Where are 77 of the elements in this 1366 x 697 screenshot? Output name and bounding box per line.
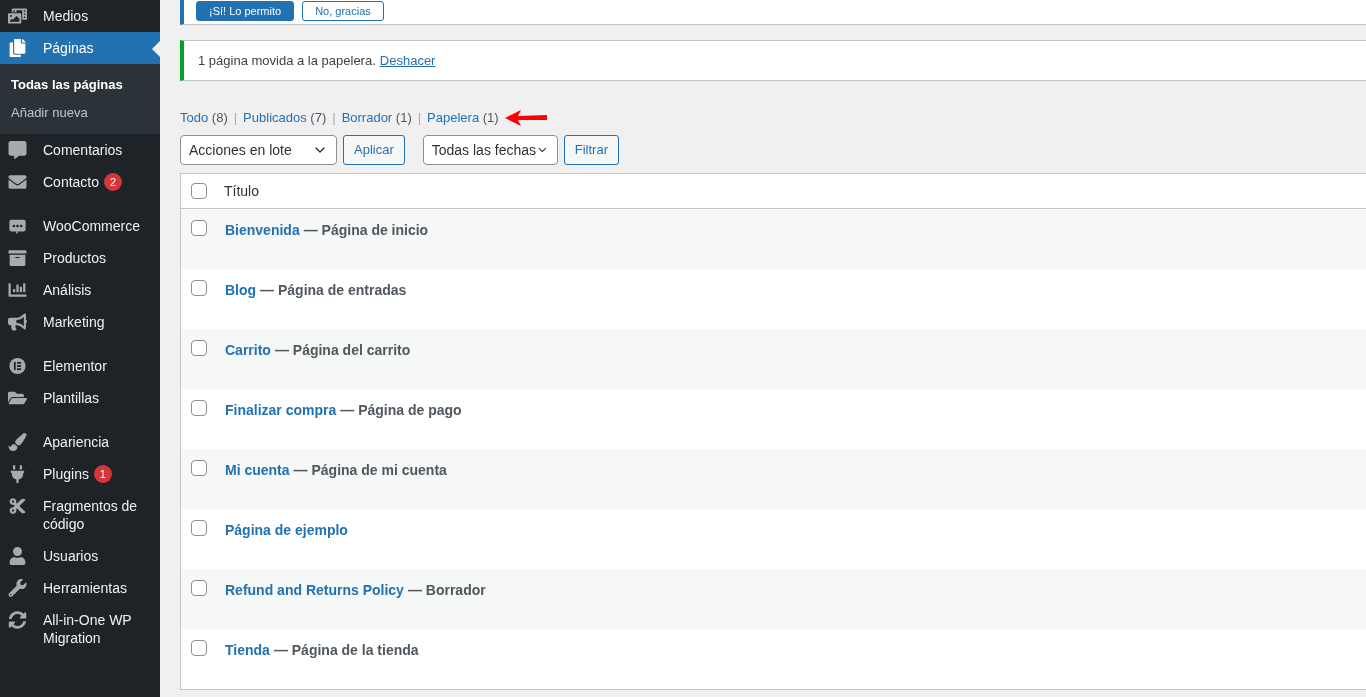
sidebar-item[interactable]: Fragmentos de código	[0, 490, 160, 540]
archive-box-icon	[8, 249, 27, 267]
view-link[interactable]: Borrador (1)	[341, 108, 412, 128]
wrench-icon	[8, 579, 27, 597]
checkbox[interactable]	[191, 400, 207, 416]
pages-icon	[8, 39, 27, 57]
bulk-actions-select[interactable]: Acciones en lote	[180, 135, 337, 165]
page-title-link[interactable]: Mi cuenta	[225, 460, 290, 481]
sidebar-item[interactable]: All-in-One WP Migration	[0, 604, 160, 654]
checkbox[interactable]	[191, 280, 207, 296]
submenu-item[interactable]: Todas las páginas	[0, 71, 160, 99]
sidebar-item[interactable]: Productos	[0, 242, 160, 274]
sidebar-item[interactable]: Plugins 1	[0, 458, 160, 490]
bar-chart-icon	[8, 281, 27, 299]
sidebar-item[interactable]: Elementor	[0, 350, 160, 382]
page-title-link[interactable]: Refund and Returns Policy	[225, 580, 404, 601]
view-link[interactable]: Papelera (1)	[427, 108, 499, 128]
checkbox[interactable]	[191, 220, 207, 236]
submenu-item[interactable]: Añadir nueva	[0, 99, 160, 127]
page-state: — Página del carrito	[274, 341, 411, 360]
checkbox[interactable]	[191, 520, 207, 536]
comment-icon	[8, 141, 27, 159]
checkbox[interactable]	[191, 183, 207, 199]
filter-button[interactable]: Filtrar	[563, 135, 619, 165]
plug-icon	[8, 465, 27, 483]
page-title-link[interactable]: Bienvenida	[225, 220, 300, 241]
sidebar-item[interactable]: WooCommerce	[0, 210, 160, 242]
user-icon	[8, 547, 27, 565]
checkbox[interactable]	[191, 640, 207, 656]
sidebar-item[interactable]: Plantillas	[0, 382, 160, 414]
media-icon	[8, 7, 27, 25]
sidebar-item[interactable]: Contacto 2	[0, 166, 160, 198]
page-title-link[interactable]: Finalizar compra	[225, 400, 337, 421]
sidebar-item[interactable]: Marketing	[0, 306, 160, 338]
count-badge: 1	[93, 465, 112, 483]
checkbox[interactable]	[191, 340, 207, 356]
decline-button[interactable]: No, gracias	[302, 1, 384, 21]
allow-button[interactable]: ¡Sí! Lo permito	[196, 1, 295, 21]
envelope-icon	[8, 173, 27, 191]
arrow-icon	[504, 110, 549, 126]
refresh-icon	[8, 611, 27, 629]
page-title-link[interactable]: Tienda	[225, 640, 270, 661]
page-title-link[interactable]: Página de ejemplo	[225, 520, 348, 541]
sidebar-item[interactable]: Apariencia	[0, 426, 160, 458]
sidebar-item[interactable]: Medios	[0, 0, 160, 32]
checkbox[interactable]	[191, 580, 207, 596]
checkbox[interactable]	[191, 460, 207, 476]
page-state: — Página de la tienda	[273, 641, 419, 660]
page-state: — Página de mi cuenta	[293, 461, 447, 480]
page-state: — Página de inicio	[303, 221, 429, 240]
page-title-link[interactable]: Carrito	[225, 340, 271, 361]
paintbrush-icon	[8, 433, 27, 451]
date-filter-select[interactable]: Todas las fechas	[422, 135, 558, 165]
circle-letter-icon	[8, 357, 27, 375]
page-state: — Página de entradas	[260, 281, 407, 300]
separator: |	[417, 109, 422, 128]
page-state: — Página de pago	[340, 401, 462, 420]
sidebar-item[interactable]: Comentarios	[0, 134, 160, 166]
undo-link[interactable]: Deshacer	[379, 50, 436, 71]
apply-button[interactable]: Aplicar	[343, 135, 405, 165]
sidebar-item[interactable]: Páginas	[0, 32, 160, 64]
notice-message: 1 página movida a la papelera.	[198, 51, 376, 70]
page-title-link[interactable]: Blog	[225, 280, 257, 301]
sidebar-item[interactable]: Análisis	[0, 274, 160, 306]
folder-icon	[8, 389, 27, 407]
separator: |	[332, 109, 336, 128]
megaphone-icon	[8, 313, 27, 331]
column-header[interactable]: Título	[224, 180, 259, 202]
view-link[interactable]: Todo (8)	[180, 108, 228, 128]
scissors-icon	[8, 497, 27, 515]
sidebar-item[interactable]: Herramientas	[0, 572, 160, 604]
page-state: — Borrador	[407, 581, 486, 600]
count-badge: 2	[104, 173, 123, 191]
speech-bubble-icon	[8, 217, 27, 235]
sidebar-item[interactable]: Usuarios	[0, 540, 160, 572]
view-link[interactable]: Publicados (7)	[243, 108, 327, 128]
separator: |	[233, 109, 238, 128]
